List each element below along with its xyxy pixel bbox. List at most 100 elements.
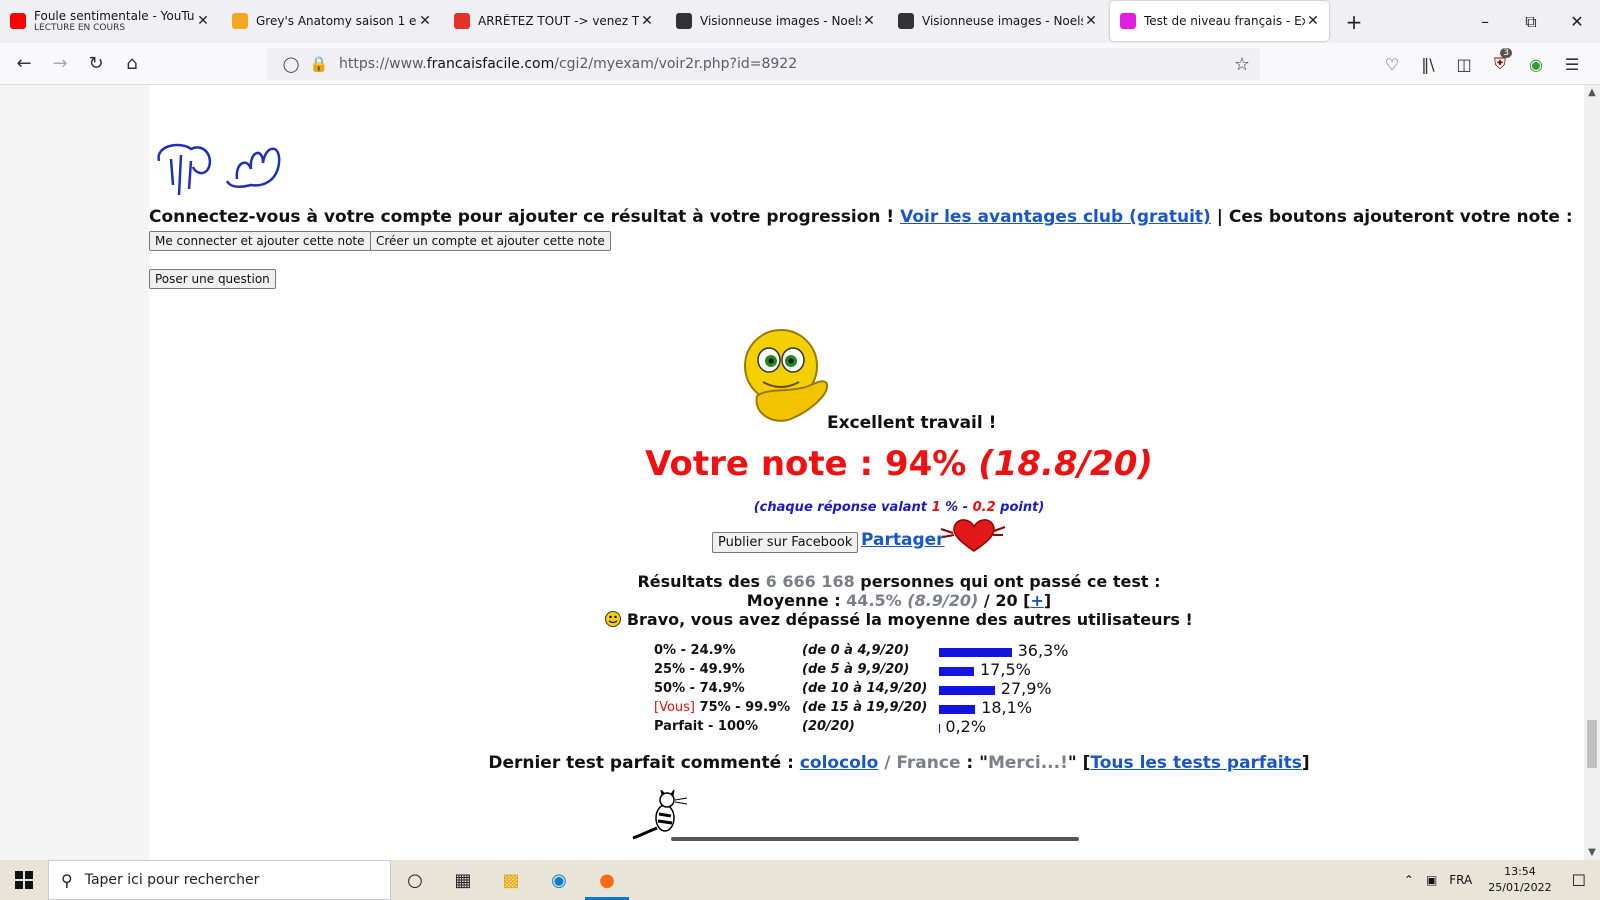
library-icon[interactable]: ‖\: [1410, 55, 1446, 74]
distribution-range: Parfait - 100%: [654, 719, 804, 734]
per-answer-points: 0.2: [972, 500, 996, 515]
browser-tab[interactable]: Grey's Anatomy saison 1 episod✕: [222, 1, 441, 41]
minimize-button[interactable]: –: [1462, 0, 1508, 43]
browser-tab[interactable]: Foule sentimentale - YouTube LECTURE EN C…: [0, 1, 219, 41]
toolbar-right: ♡ ‖\ ◫ ⛨ 3 ◉ ☰: [1374, 43, 1590, 85]
login-add-note-button[interactable]: Me connecter et ajouter cette note: [149, 231, 371, 251]
bravo-line: Bravo, vous avez dépassé la moyenne des …: [149, 610, 1584, 629]
battery-icon[interactable]: ▣: [1426, 873, 1437, 887]
close-tab-icon[interactable]: ✕: [195, 13, 211, 29]
last-perfect-label: Dernier test parfait commenté :: [488, 753, 800, 773]
thumbs-up-smiley-icon: [744, 329, 829, 422]
close-tab-icon[interactable]: ✕: [861, 13, 877, 29]
close-tab-icon[interactable]: ✕: [639, 13, 655, 29]
ublock-extension-icon[interactable]: ⛨ 3: [1482, 48, 1518, 74]
tab-subtitle: LECTURE EN COURS: [34, 22, 126, 33]
score-heading: Votre note : 94% (18.8/20): [149, 444, 1584, 484]
publish-facebook-button[interactable]: Publier sur Facebook: [712, 532, 859, 553]
back-button[interactable]: ←: [6, 48, 42, 80]
distribution-bar: [939, 667, 974, 676]
tray-chevron-icon[interactable]: ⌃: [1404, 873, 1414, 887]
lock-icon[interactable]: 🔒: [305, 55, 333, 73]
streaming-icon: [232, 13, 248, 29]
firefox-icon[interactable]: ●: [583, 860, 631, 900]
distribution-percent: 18,1%: [981, 698, 1033, 717]
cortana-icon[interactable]: ○: [391, 860, 439, 900]
average-more-link[interactable]: +: [1030, 591, 1043, 610]
browser-tab[interactable]: Visionneuse images - Noelshack✕: [888, 1, 1107, 41]
tab-title-text: Visionneuse images - Noelshack: [700, 14, 861, 28]
page-scrollbar[interactable]: ▲ ▼: [1584, 85, 1600, 860]
distribution-scale: (20/20): [802, 719, 855, 734]
shield-icon[interactable]: ◯: [277, 55, 305, 73]
reload-button[interactable]: ↻: [78, 48, 114, 80]
menu-icon[interactable]: ☰: [1554, 55, 1590, 74]
bravo-text: Bravo, vous avez dépassé la moyenne des …: [621, 610, 1193, 629]
new-tab-button[interactable]: +: [1338, 6, 1370, 38]
language-indicator[interactable]: FRA: [1449, 873, 1472, 887]
ask-question-button[interactable]: Poser une question: [149, 269, 276, 289]
share-link[interactable]: Partager: [861, 530, 945, 550]
url-path: /cgi2/myexam/voir2r.php?id=8922: [554, 56, 798, 72]
tab-title: ARRÊTEZ TOUT -> venez TESTER: [478, 14, 639, 28]
pointing-hand-doodle: [157, 143, 281, 196]
search-icon: ⚲: [61, 870, 73, 890]
url-prefix: https://www.: [339, 56, 427, 72]
taskbar-search[interactable]: ⚲ Taper ici pour rechercher: [48, 860, 391, 900]
distribution-range-text: 50% - 74.9%: [654, 681, 745, 696]
last-perfect-sep: /: [878, 753, 897, 773]
extension-badge: 3: [1500, 48, 1512, 58]
results-count: 6 666 168: [765, 572, 855, 591]
noelshack-icon: [676, 13, 692, 29]
forward-button[interactable]: →: [42, 48, 78, 80]
create-account-button[interactable]: Créer un compte et ajouter cette note: [370, 231, 611, 251]
last-perfect-test: Dernier test parfait commenté : colocolo…: [149, 753, 1584, 773]
sidebar-icon[interactable]: ◫: [1446, 55, 1482, 74]
page-content: Connectez-vous à votre compte pour ajout…: [149, 85, 1584, 860]
distribution-percent: 0,2%: [945, 717, 987, 736]
file-explorer-icon[interactable]: ▩: [487, 860, 535, 900]
distribution-bar: [939, 648, 1012, 657]
last-perfect-country: France: [896, 753, 961, 773]
extension-globe-icon[interactable]: ◉: [1518, 55, 1554, 74]
results-summary: Résultats des 6 666 168 personnes qui on…: [149, 572, 1584, 591]
distribution-scale: (de 10 à 14,9/20): [802, 681, 928, 696]
browser-tab[interactable]: ARRÊTEZ TOUT -> venez TESTER✕: [444, 1, 663, 41]
distribution-percent: 36,3%: [1017, 641, 1069, 660]
distribution-scale: (de 15 à 19,9/20): [802, 700, 928, 715]
tab-title: Visionneuse images - Noelshack: [922, 14, 1083, 28]
scroll-down-arrow-icon[interactable]: ▼: [1584, 847, 1600, 858]
per-answer-end: point): [995, 500, 1045, 515]
bookmark-star-icon[interactable]: ☆: [1234, 54, 1250, 75]
close-window-button[interactable]: ✕: [1554, 0, 1600, 43]
restore-button[interactable]: ⧉: [1508, 0, 1554, 43]
distribution-range: 50% - 74.9%: [654, 681, 804, 696]
task-view-icon[interactable]: ▦: [439, 860, 487, 900]
tab-title-text: Foule sentimentale - YouTube: [34, 8, 195, 23]
average-percent: 44.5%: [846, 591, 902, 610]
browser-tab[interactable]: Test de niveau français - Exercic✕: [1110, 1, 1329, 41]
average-suffix: / 20 [: [978, 591, 1031, 610]
distribution-range-text: 0% - 24.9%: [654, 643, 736, 658]
browser-tab[interactable]: Visionneuse images - Noelshack✕: [666, 1, 885, 41]
start-button[interactable]: [0, 860, 48, 900]
clock[interactable]: 13:54 25/01/2022: [1488, 864, 1551, 896]
all-perfect-tests-link[interactable]: Tous les tests parfaits: [1090, 753, 1301, 773]
per-answer-percent: 1: [931, 500, 941, 515]
scroll-up-arrow-icon[interactable]: ▲: [1584, 87, 1600, 98]
home-button[interactable]: ⌂: [114, 48, 150, 80]
last-perfect-user-link[interactable]: colocolo: [800, 753, 879, 773]
scrollbar-thumb[interactable]: [1587, 720, 1597, 768]
close-tab-icon[interactable]: ✕: [1083, 13, 1099, 29]
url-bar[interactable]: ◯ 🔒 https://www. francaisfacile.com/cgi2/…: [267, 48, 1260, 80]
edge-icon[interactable]: ◉: [535, 860, 583, 900]
club-advantages-link[interactable]: Voir les avantages club (gratuit): [900, 207, 1211, 227]
average-line: Moyenne : 44.5% (8.9/20) / 20 [+]: [149, 591, 1584, 610]
score-out-of-20: (18.8/20): [978, 444, 1153, 484]
close-tab-icon[interactable]: ✕: [1305, 13, 1321, 29]
taskbar-search-placeholder: Taper ici pour rechercher: [84, 872, 260, 888]
notifications-icon[interactable]: ☐: [1572, 871, 1586, 890]
pocket-icon[interactable]: ♡: [1374, 55, 1410, 74]
youtube-icon: [10, 13, 26, 29]
close-tab-icon[interactable]: ✕: [417, 13, 433, 29]
